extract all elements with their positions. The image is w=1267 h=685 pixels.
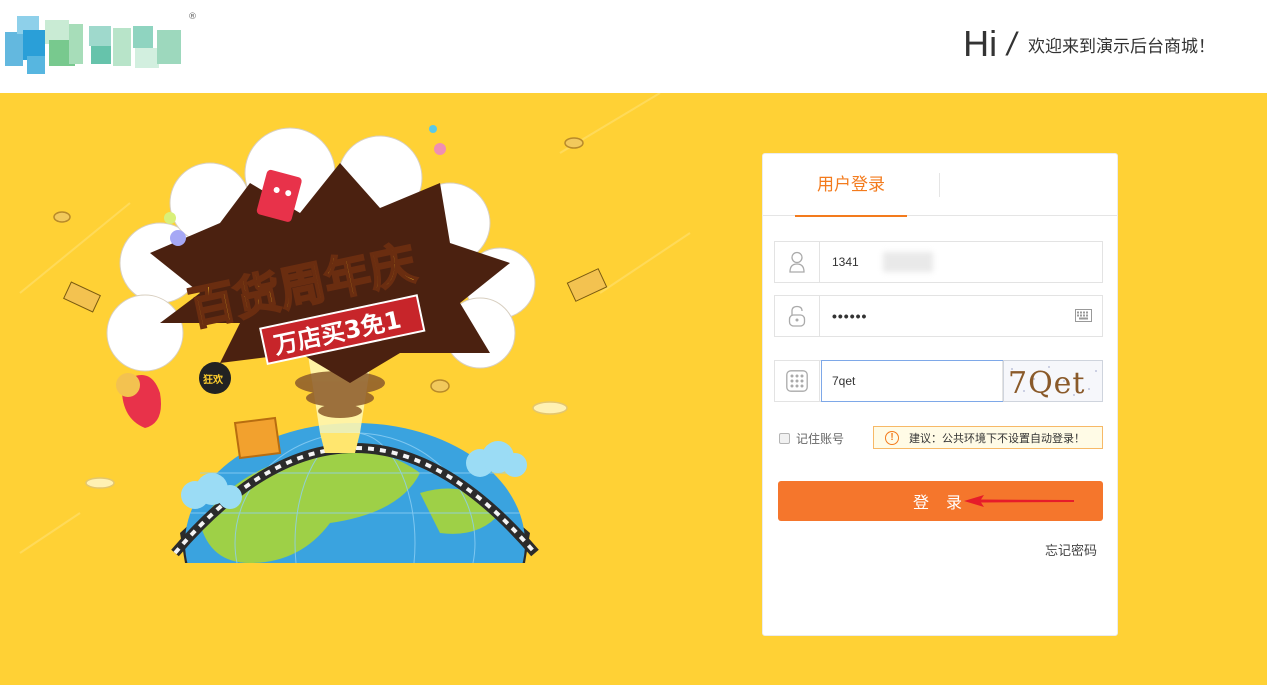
greeting-hi: Hi <box>963 23 998 64</box>
username-input[interactable] <box>821 242 1091 282</box>
lock-icon <box>775 296 820 336</box>
login-tabs: 用户登录 <box>763 154 1117 217</box>
anniversary-illustration: 百货周年庆 万店买3免1 狂欢 <box>19 93 691 685</box>
security-tip: ! 建议：公共环境下不设置自动登录！ <box>873 426 1103 449</box>
login-button-label: 登 录 <box>912 493 969 512</box>
tab-divider <box>939 173 940 197</box>
remember-label: 记住账号 <box>796 432 845 446</box>
remember-account[interactable]: 记住账号 <box>779 430 844 447</box>
greeting-text: 欢迎来到演示后台商城！ <box>1028 37 1215 57</box>
user-icon <box>775 242 820 282</box>
captcha-input[interactable] <box>821 361 1001 401</box>
tip-text: 建议：公共环境下不设置自动登录！ <box>909 431 1085 445</box>
greeting: Hi / 欢迎来到演示后台商城！ <box>963 20 1215 64</box>
registered-mark: ® <box>188 12 197 22</box>
arrow-left-icon <box>964 495 1074 507</box>
login-card: 用户登录 1341 •••••• 7qet 7Qet 记住账号 ! 建议：公共环… <box>762 153 1118 636</box>
greeting-slash: / <box>1007 26 1016 62</box>
grid-icon <box>775 361 820 401</box>
keyboard-icon[interactable] <box>1075 309 1092 322</box>
site-logo[interactable]: ® <box>5 12 197 78</box>
username-redaction <box>883 252 933 272</box>
password-input[interactable] <box>821 296 1051 336</box>
login-banner: 百货周年庆 万店买3免1 狂欢 用户登录 1341 •••••• 7qet 7Q… <box>0 93 1267 685</box>
login-button[interactable]: 登 录 <box>778 481 1103 521</box>
remember-checkbox[interactable] <box>779 433 790 444</box>
username-field <box>774 241 1103 283</box>
password-field <box>774 295 1103 337</box>
captcha-text: 7Qet <box>1008 366 1086 401</box>
captcha-field <box>774 360 1004 402</box>
warning-icon: ! <box>885 430 899 445</box>
bomb-badge: 狂欢 <box>203 373 224 386</box>
header: ® Hi / 欢迎来到演示后台商城！ <box>0 0 1267 93</box>
captcha-image[interactable]: 7Qet <box>1003 360 1103 402</box>
tab-user-login[interactable]: 用户登录 <box>795 154 907 217</box>
globe <box>170 423 550 685</box>
forgot-password-link[interactable]: 忘记密码 <box>1045 540 1097 559</box>
